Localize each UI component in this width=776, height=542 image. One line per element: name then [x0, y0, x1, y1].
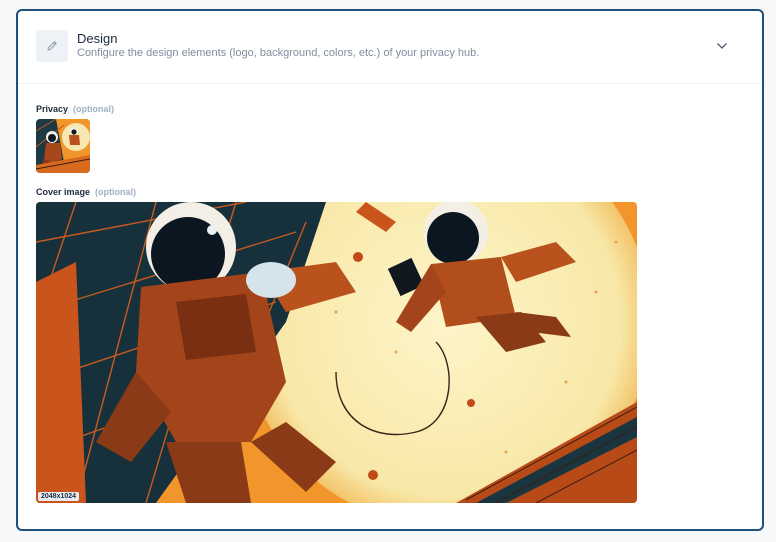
pencil-icon	[36, 30, 68, 62]
privacy-optional-tag: (optional)	[73, 104, 115, 114]
design-section-card: Design Configure the design elements (lo…	[16, 9, 764, 531]
cover-field-label: Cover image (optional)	[36, 187, 136, 197]
privacy-image-thumbnail[interactable]	[36, 119, 90, 173]
section-subtitle: Configure the design elements (logo, bac…	[77, 47, 480, 59]
privacy-field-label: Privacy (optional)	[36, 104, 114, 114]
image-dimensions-badge: 2048x1024	[38, 492, 80, 501]
cover-image[interactable]: 2048x1024	[36, 202, 637, 503]
privacy-label-text: Privacy	[36, 104, 69, 114]
cover-optional-tag: (optional)	[95, 187, 137, 197]
chevron-down-icon[interactable]	[712, 38, 732, 54]
cover-label-text: Cover image	[36, 187, 91, 197]
design-section-header[interactable]: Design Configure the design elements (lo…	[18, 11, 762, 84]
section-title: Design	[77, 31, 118, 46]
